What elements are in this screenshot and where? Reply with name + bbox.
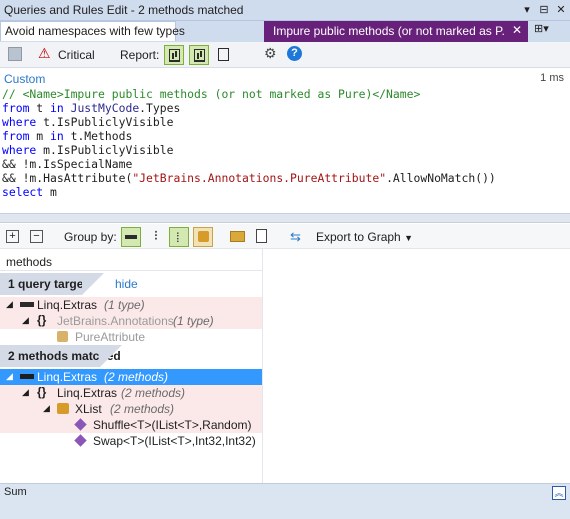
- code-line-8: select m: [2, 185, 57, 199]
- help-icon[interactable]: ?: [287, 46, 302, 61]
- code-line-2: from t in JustMyCode.Types: [2, 101, 181, 115]
- expander-icon[interactable]: ◢: [22, 387, 29, 398]
- tree-row[interactable]: ◢ {} Linq.Extras (2 methods): [0, 385, 262, 401]
- group-by-namespace-button[interactable]: ⁝: [146, 227, 166, 247]
- class-icon: [57, 403, 69, 414]
- tree-row[interactable]: ◢ Linq.Extras (2 methods): [0, 369, 262, 385]
- report-bar-button[interactable]: [164, 45, 184, 65]
- group-by-assembly-button[interactable]: [121, 227, 141, 247]
- hide-link[interactable]: hide: [115, 277, 138, 291]
- tree-row[interactable]: ◢ {} JetBrains.Annotations (1 type): [0, 313, 262, 329]
- expander-icon[interactable]: ◢: [43, 403, 50, 414]
- chevron-down-icon: ▾: [543, 23, 549, 35]
- assembly-icon: [20, 302, 34, 307]
- report-bar-icon: [169, 49, 180, 62]
- editor-splitter[interactable]: [0, 213, 570, 223]
- chevron-down-icon: ▼: [404, 233, 413, 243]
- pane-separator[interactable]: [262, 249, 263, 483]
- code-line-4: from m in t.Methods: [2, 129, 133, 143]
- folder-icon[interactable]: [230, 231, 245, 242]
- expand-all-icon[interactable]: +: [6, 230, 19, 243]
- window-title: Queries and Rules Edit - 2 methods match…: [4, 3, 244, 17]
- type-icon: ⁞: [176, 230, 180, 245]
- close-tab-button[interactable]: ✕: [512, 23, 522, 37]
- export-label: Export to Graph: [316, 230, 401, 244]
- file-icon[interactable]: [256, 229, 267, 243]
- matched-title: 2 methods matched: [8, 349, 121, 363]
- tree-row[interactable]: Shuffle<T>(IList<T>,Random): [0, 417, 262, 433]
- critical-rule-icon[interactable]: ⚠: [38, 45, 51, 62]
- query-target-header: 1 query target: [0, 273, 104, 295]
- expander-icon[interactable]: ◢: [6, 371, 13, 382]
- window-menu-button[interactable]: ▾: [520, 3, 534, 17]
- pin-button[interactable]: ⊟: [537, 3, 551, 17]
- report-label: Report:: [120, 48, 160, 62]
- query-target-title: 1 query target: [8, 277, 88, 291]
- save-icon[interactable]: [8, 47, 22, 61]
- report-count-icon: [194, 49, 205, 62]
- new-tab-dropdown[interactable]: ⊞▾: [534, 22, 549, 35]
- tab-impure-methods[interactable]: Impure public methods (or not marked as …: [264, 21, 528, 42]
- matched-section: 2 methods matched: [0, 345, 262, 367]
- code-line-3: where t.IsPubliclyVisible: [2, 115, 174, 129]
- method-icon: [74, 434, 87, 447]
- settings-gear-icon[interactable]: ⚙: [264, 45, 277, 62]
- attribute-class-icon: [57, 331, 68, 342]
- report-count-button[interactable]: [189, 45, 209, 65]
- namespace-icon: ⁝: [153, 227, 159, 243]
- code-line-7: && !m.HasAttribute("JetBrains.Annotation…: [2, 171, 496, 185]
- group-by-member-button[interactable]: [193, 227, 213, 247]
- new-tab-icon: ⊞: [534, 23, 544, 35]
- critical-label[interactable]: Critical: [58, 48, 95, 62]
- group-by-type-button[interactable]: ⁞: [169, 227, 189, 247]
- group-by-label: Group by:: [64, 230, 117, 244]
- export-to-graph-button[interactable]: Export to Graph ▼: [316, 230, 413, 244]
- assembly-icon: [20, 374, 34, 379]
- namespace-icon: {}: [37, 385, 47, 399]
- expander-icon[interactable]: ◢: [6, 299, 13, 310]
- code-line-6: && !m.IsSpecialName: [2, 157, 133, 171]
- metrics-footer: Sum ︽: [0, 483, 570, 519]
- report-list-button[interactable]: [214, 45, 234, 65]
- assembly-icon: [125, 235, 137, 239]
- editor-header: Custom 1 ms: [0, 70, 570, 86]
- close-window-button[interactable]: ✕: [554, 3, 568, 17]
- sum-label: Sum: [4, 486, 27, 498]
- collapse-up-icon[interactable]: ︽: [552, 486, 566, 500]
- query-time: 1 ms: [540, 72, 564, 84]
- code-line-5: where m.IsPubliclyVisible: [2, 143, 174, 157]
- tree-row[interactable]: ◢ XList (2 methods): [0, 401, 262, 417]
- tab-avoid-namespaces[interactable]: Avoid namespaces with few types: [0, 21, 185, 41]
- method-icon: [74, 418, 87, 431]
- tree-row[interactable]: Swap<T>(IList<T>,Int32,Int32): [0, 433, 262, 449]
- results-column-header[interactable]: methods: [6, 255, 52, 269]
- expander-icon[interactable]: ◢: [22, 315, 29, 326]
- tree-row[interactable]: PureAttribute: [0, 329, 262, 345]
- window-subtitle: 2 methods matched: [138, 3, 244, 17]
- tree-row[interactable]: ◢ Linq.Extras (1 type): [0, 297, 262, 313]
- report-list-icon: [218, 48, 229, 61]
- graph-icon: ⇆: [290, 229, 301, 244]
- query-target-section: 1 query target hide: [0, 273, 262, 295]
- header-divider: [0, 270, 262, 271]
- tab-left-label: Avoid namespaces with few types: [5, 24, 185, 38]
- tab-right-label: Impure public methods (or not marked as …: [273, 24, 505, 38]
- custom-label: Custom: [4, 72, 46, 86]
- namespace-icon: {}: [37, 313, 47, 327]
- collapse-all-icon[interactable]: −: [30, 230, 43, 243]
- code-line-1: // <Name>Impure public methods (or not m…: [2, 87, 421, 101]
- query-editor[interactable]: // <Name>Impure public methods (or not m…: [2, 87, 496, 199]
- member-icon: [198, 231, 209, 242]
- matched-header: 2 methods matched: [0, 345, 122, 367]
